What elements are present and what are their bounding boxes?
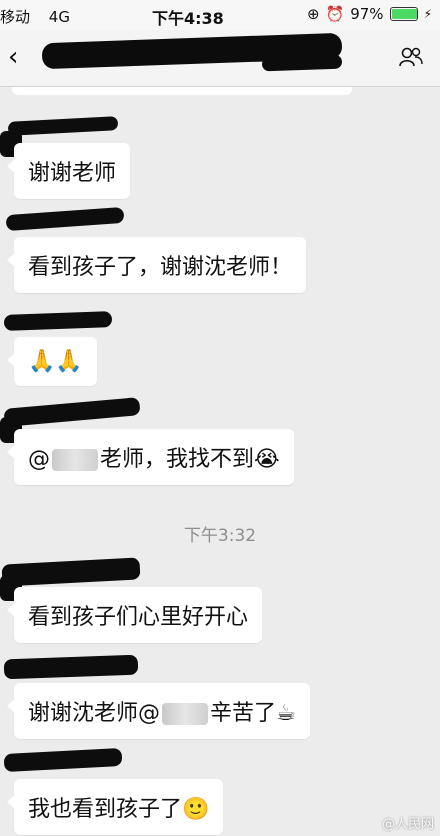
watermark: @人民网: [381, 817, 434, 832]
blurred-name: [52, 449, 98, 471]
message-bubble[interactable]: 谢谢老师: [6, 143, 131, 199]
clock: 下午4:38: [152, 9, 224, 28]
coffee-emoji: ☕: [276, 701, 296, 726]
redacted-sender-name: [7, 116, 119, 136]
redacted-sender-name: [3, 747, 123, 773]
crying-face-emoji: 😭: [254, 447, 280, 472]
message-bubble[interactable]: 谢谢沈老师@ 辛苦了☕: [7, 683, 310, 739]
message-text: 谢谢沈老师@: [28, 701, 161, 726]
partial-message-bubble: [12, 87, 352, 95]
message-bubble[interactable]: 看到孩子了，谢谢沈老师！: [6, 237, 307, 293]
group-members-icon[interactable]: [398, 44, 424, 70]
smiling-face-emoji: 🙂: [182, 797, 210, 822]
status-bar: 移动 4G 下午4:38 ⊕ ⏰ 97% ⚡: [0, 0, 440, 30]
redacted-sender-name: [1, 557, 141, 587]
message-text-suffix: 辛苦了: [210, 701, 277, 726]
message-text: 老师，我找不到: [100, 447, 255, 472]
lock-rotation-icon: ⊕: [306, 5, 320, 23]
chat-header: ‹: [0, 30, 440, 87]
mention-symbol: @: [28, 447, 50, 472]
praying-hands-emoji: 🙏🙏: [28, 349, 83, 374]
status-left: 移动 4G: [0, 6, 70, 27]
message-text: 我也看到孩子了: [28, 797, 183, 822]
battery-icon: [389, 7, 418, 21]
blurred-name: [162, 703, 209, 725]
back-arrow-icon[interactable]: ‹: [8, 42, 18, 72]
message-bubble[interactable]: @ 老师，我找不到😭: [7, 429, 294, 485]
redacted-sender-name: [3, 397, 141, 427]
status-right: ⊕ ⏰ 97% ⚡: [307, 5, 432, 23]
charging-icon: ⚡: [423, 7, 432, 21]
carrier-label: 移动: [0, 8, 31, 26]
redacted-sender-name: [3, 654, 139, 680]
message-list[interactable]: 谢谢老师 看到孩子了，谢谢沈老师！ 🙏🙏 @ 老师，我找不到😭 下午3:32 看到…: [0, 87, 440, 836]
message-text: 看到孩子了，谢谢沈老师！: [28, 255, 293, 280]
alarm-icon: ⏰: [325, 5, 345, 23]
redacted-sender-name: [3, 311, 113, 331]
battery-percent: 97%: [350, 5, 384, 23]
timestamp-divider: 下午3:32: [183, 526, 257, 546]
redacted-chat-title: [261, 54, 343, 72]
message-bubble[interactable]: 我也看到孩子了🙂: [6, 779, 224, 835]
message-bubble[interactable]: 🙏🙏: [7, 337, 97, 386]
message-text: 谢谢老师: [28, 161, 117, 186]
redacted-sender-name: [5, 206, 125, 232]
network-label: 4G: [48, 8, 70, 26]
message-bubble[interactable]: 看到孩子们心里好开心: [6, 587, 263, 643]
message-text: 看到孩子们心里好开心: [28, 605, 249, 630]
